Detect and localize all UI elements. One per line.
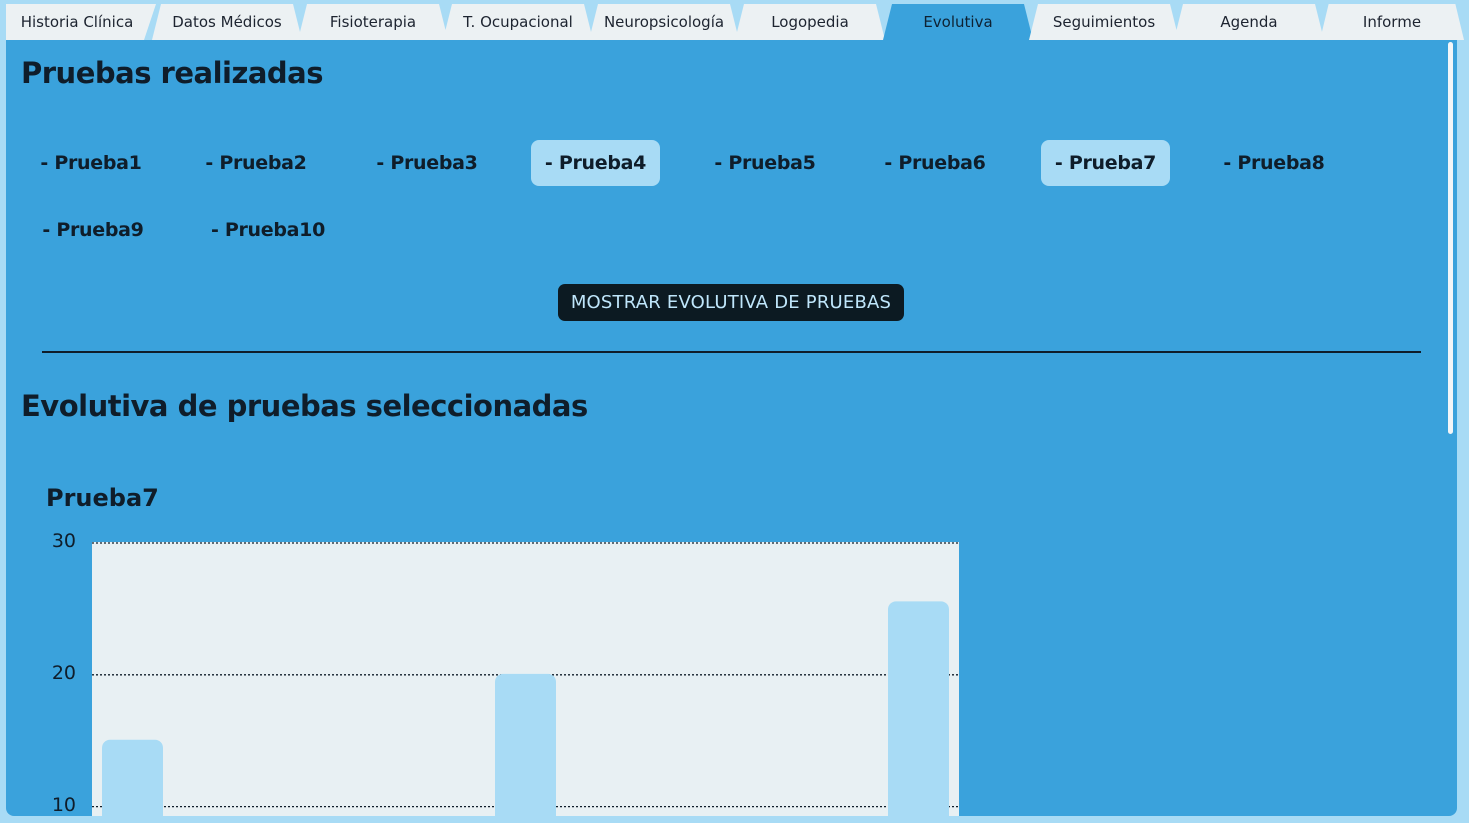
bar-1 <box>102 739 163 816</box>
test-item-3[interactable]: - Prueba3 <box>362 140 492 186</box>
tab-t-ocupacional[interactable]: T. Ocupacional <box>443 4 593 40</box>
show-evolution-button[interactable]: MOSTRAR EVOLUTIVA DE PRUEBAS <box>558 284 904 321</box>
bar-chart <box>92 542 959 816</box>
tab-fisioterapia[interactable]: Fisioterapia <box>298 4 448 40</box>
bar-3 <box>888 601 949 816</box>
y-tick-label: 30 <box>51 530 76 552</box>
test-item-4[interactable]: - Prueba4 <box>531 140 660 186</box>
tab-bar: Historia Clínica Datos Médicos Fisioterapi… <box>0 0 1469 40</box>
test-item-1[interactable]: - Prueba1 <box>28 140 154 186</box>
chart-title: Prueba7 <box>46 484 159 512</box>
test-item-7[interactable]: - Prueba7 <box>1041 140 1170 186</box>
test-item-10[interactable]: - Prueba10 <box>198 207 338 253</box>
test-item-5[interactable]: - Prueba5 <box>702 140 828 186</box>
tab-historia-clínica[interactable]: Historia Clínica <box>6 4 156 40</box>
tab-neuropsicología[interactable]: Neuropsicología <box>589 4 739 40</box>
section-divider <box>42 351 1421 353</box>
evolution-section-title: Evolutiva de pruebas seleccionadas <box>21 389 588 423</box>
y-tick-label: 10 <box>51 793 76 816</box>
test-item-2[interactable]: - Prueba2 <box>193 140 319 186</box>
bar-2 <box>495 673 556 816</box>
tab-agenda[interactable]: Agenda <box>1174 4 1324 40</box>
evolutiva-panel: Pruebas realizadas - Prueba1 - Prueba2 - P… <box>6 40 1457 816</box>
tests-section-title: Pruebas realizadas <box>21 56 324 90</box>
tab-evolutiva[interactable]: Evolutiva <box>883 4 1033 40</box>
scrollbar[interactable] <box>1448 42 1453 434</box>
test-item-6[interactable]: - Prueba6 <box>872 140 998 186</box>
tab-logopedia[interactable]: Logopedia <box>735 4 885 40</box>
test-item-9[interactable]: - Prueba9 <box>28 207 158 253</box>
tab-datos-médicos[interactable]: Datos Médicos <box>152 4 302 40</box>
tab-seguimientos[interactable]: Seguimientos <box>1029 4 1179 40</box>
tab-informe[interactable]: Informe <box>1320 4 1464 40</box>
test-item-8[interactable]: - Prueba8 <box>1211 140 1337 186</box>
y-tick-label: 20 <box>51 661 76 684</box>
